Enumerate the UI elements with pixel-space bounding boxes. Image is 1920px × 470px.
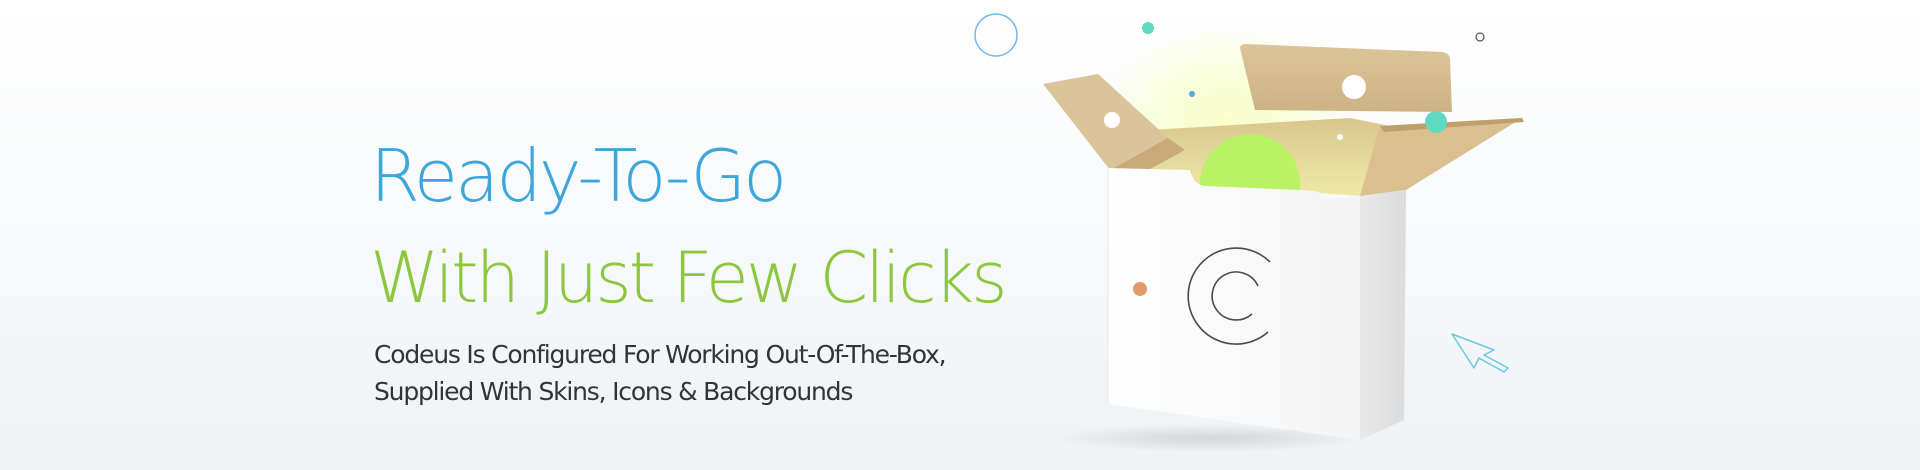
headline-ready-to-go: Ready-To-Go bbox=[370, 134, 787, 218]
description-line-2: Supplied With Skins, Icons & Backgrounds bbox=[374, 377, 853, 406]
white-dot-large bbox=[1342, 75, 1366, 99]
box-front-face bbox=[1108, 168, 1360, 440]
hero-description: Codeus Is Configured For Working Out-Of-… bbox=[374, 336, 947, 410]
white-dot-tiny bbox=[1337, 134, 1343, 140]
cursor-arrow-icon bbox=[1451, 333, 1509, 373]
blue-dot bbox=[1189, 91, 1195, 97]
box-back-flap bbox=[1240, 44, 1452, 112]
hero-banner: Ready-To-Go With Just Few Clicks Codeus … bbox=[0, 0, 1920, 470]
white-dot-left bbox=[1104, 112, 1120, 128]
headline-few-clicks: With Just Few Clicks bbox=[370, 237, 1008, 319]
box-side-face bbox=[1360, 190, 1406, 440]
teal-dot-large bbox=[1425, 111, 1447, 133]
description-line-1: Codeus Is Configured For Working Out-Of-… bbox=[374, 340, 947, 369]
outline-circle-small bbox=[1475, 32, 1485, 42]
outline-circle-large bbox=[974, 13, 1018, 57]
teal-dot-small bbox=[1142, 22, 1154, 34]
orange-dot bbox=[1133, 282, 1147, 296]
